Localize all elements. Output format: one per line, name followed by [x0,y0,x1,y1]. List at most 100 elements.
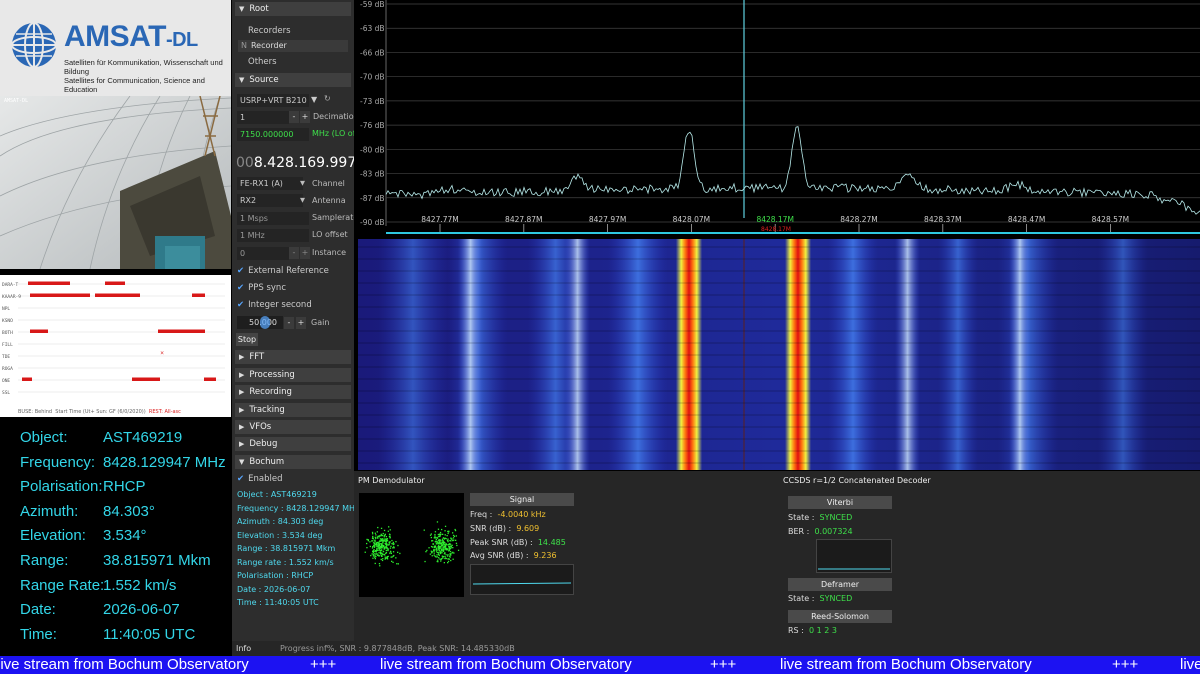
device-select[interactable]: USRP+VRT B210 3 [237,94,309,107]
chevron-down-icon[interactable]: ▼ [300,179,305,187]
samplerate-select[interactable]: 1 Msps [237,212,309,225]
info-row: Elevation: 3.534° [20,527,147,544]
constellation-point [434,541,436,543]
refresh-icon[interactable]: ↻ [324,94,331,103]
section-vfos[interactable]: ▶ VFOs [235,420,351,434]
channel-select[interactable]: FE-RX1 (A) [237,177,303,190]
schedule-pass-bar [204,377,216,381]
status-bar: Info Progress inf%, SNR : 9.877848dB, Pe… [232,641,1200,656]
gain-minus-button[interactable]: - [284,317,294,329]
info-value: 38.815971 Mkm [103,552,211,569]
info-key: Azimuth: [20,502,79,520]
constellation-point [437,559,439,561]
logo-subtitle: Satelliten für Kommunikation, Wissenscha… [64,58,223,94]
constellation-point [372,546,374,548]
chevron-down-icon[interactable]: ▼ [300,196,305,204]
constellation-point [455,535,457,537]
schedule-pass-bar [30,329,48,333]
constellation-point [428,547,430,549]
waterfall-display[interactable] [358,239,1200,470]
constellation-point [430,545,433,548]
ticker-separator: +++ [710,656,737,673]
section-fft[interactable]: ▶ FFT [235,350,351,364]
lo-frequency-input[interactable]: 7150.000000 [237,128,309,141]
constellation-point [385,552,388,554]
decimation-minus-button[interactable]: - [289,111,299,123]
ticker-text: live stream from Bochum Observatory [1180,656,1200,673]
db-tick-label: -76 dB [360,121,385,130]
gain-slider-handle[interactable] [260,316,270,329]
external-reference-checkbox[interactable]: ✔ External Reference [237,266,329,276]
constellation-point [434,531,437,533]
constellation-point [446,535,448,537]
constellation-point [444,556,447,558]
constellation-point [447,532,449,535]
constellation-point [378,563,381,565]
constellation-point [392,551,395,553]
constellation-point [386,557,388,559]
ticker-text: live stream from Bochum Observatory [380,656,632,673]
constellation-point [385,542,387,544]
constellation-point [425,551,427,553]
constellation-point [381,549,383,551]
section-processing[interactable]: ▶ Processing [235,368,351,382]
section-debug[interactable]: ▶ Debug [235,437,351,451]
info-key: Frequency: [20,453,96,471]
bochum-enabled-checkbox[interactable]: ✔ Enabled [237,474,282,484]
frequency-display[interactable]: 008.428.169.997Hz [236,155,354,171]
constellation-point [450,547,452,549]
reed-solomon-header[interactable]: Reed-Solomon [788,610,892,623]
constellation-point [374,536,376,538]
info-key: Range: [20,552,69,569]
section-source[interactable]: ▼ Source [235,73,351,87]
viterbi-state: State : SYNCED [788,513,853,522]
constellation-point [434,545,436,547]
constellation-point [444,552,446,554]
info-key: Range Rate: [20,576,105,594]
schedule-row-label: NPL [2,306,10,312]
recorders-label: Recorders [248,26,291,36]
chevron-down-icon[interactable]: ▼ [311,95,317,104]
gain-plus-button[interactable]: + [296,317,306,329]
section-tracking[interactable]: ▶ Tracking [235,403,351,417]
signal-header[interactable]: Signal [470,493,574,506]
constellation-point [392,555,394,557]
section-bochum[interactable]: ▼ Bochum [235,455,351,469]
constellation-point [444,534,446,536]
db-tick-label: -90 dB [360,218,385,227]
deframer-header[interactable]: Deframer [788,578,892,591]
constellation-point [379,540,381,542]
lo-offset-select[interactable]: 1 MHz [237,229,309,242]
info-row: Time: 11:40:05 UTC [20,626,195,643]
instance-input[interactable]: 0 [237,247,289,260]
section-recording[interactable]: ▶ Recording [235,385,351,399]
info-tab[interactable]: Info [236,641,251,656]
fft-spectrum-plot[interactable]: -59 dB -63 dB -66 dB -70 dB -73 dB -76 dB -80 … [358,0,1200,237]
constellation-point [452,537,455,539]
camera-overlay: AMSAT-DL [4,98,29,104]
constellation-point [449,550,452,553]
viterbi-header[interactable]: Viterbi [788,496,892,509]
constellation-point [370,554,372,557]
spectrum-svg[interactable]: -59 dB -63 dB -66 dB -70 dB -73 dB -76 dB -80 … [358,0,1200,237]
info-key: Elevation: [20,527,86,545]
instance-minus-button[interactable]: - [289,247,299,259]
constellation-point [433,548,435,551]
schedule-pass-bar [192,293,205,297]
constellation-point [371,531,374,534]
decimation-input[interactable]: 1 [237,111,289,124]
instance-plus-button[interactable]: + [300,247,310,259]
decimation-plus-button[interactable]: + [300,111,310,123]
pps-sync-checkbox[interactable]: ✔ PPS sync [237,283,286,293]
recorder-item[interactable]: N Recorder [238,40,348,52]
constellation-point [453,552,455,554]
constellation-point [379,551,382,554]
constellation-point [429,534,432,536]
stop-button[interactable]: Stop [236,333,258,346]
waterfall-svg[interactable] [358,239,1200,470]
integer-second-checkbox[interactable]: ✔ Integer second [237,300,312,310]
constellation-point [447,560,450,563]
antenna-select[interactable]: RX2 [237,194,303,207]
section-root[interactable]: ▼ Root [235,2,351,16]
schedule-pass-bar [28,281,70,285]
